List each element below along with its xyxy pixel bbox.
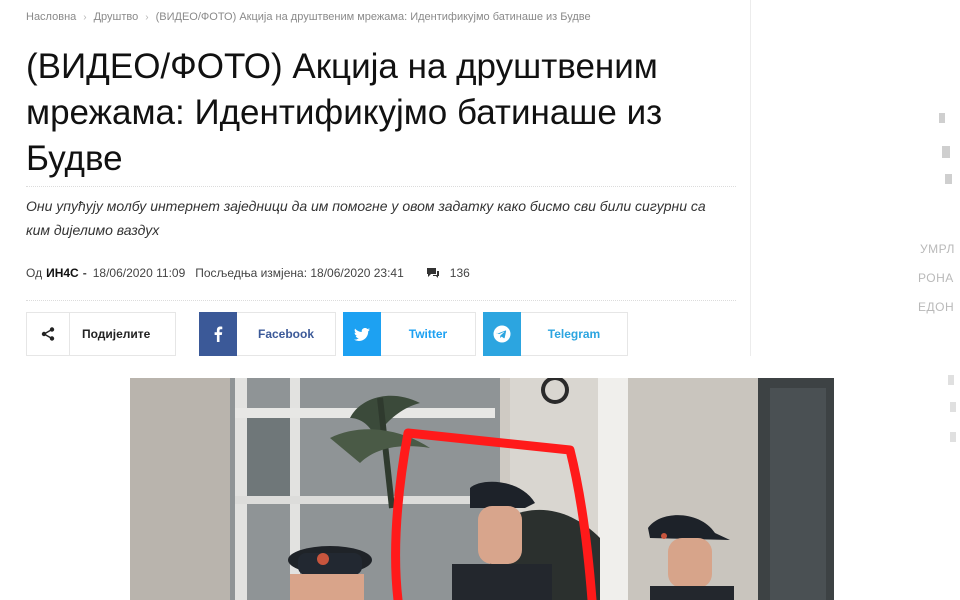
comments-count: 136 bbox=[449, 266, 470, 280]
author-dash: - bbox=[82, 266, 87, 280]
telegram-share-button[interactable]: Telegram bbox=[483, 312, 628, 356]
share-label: Подијелите bbox=[82, 327, 151, 341]
chevron-right-icon: › bbox=[83, 12, 87, 23]
facebook-label: Facebook bbox=[257, 327, 314, 341]
sidebar-fragment: РОНА bbox=[918, 271, 954, 285]
twitter-icon bbox=[343, 312, 381, 356]
breadcrumb-section-link[interactable]: Друштво bbox=[94, 11, 139, 23]
author-link[interactable]: ИН4С bbox=[46, 266, 79, 280]
facebook-icon bbox=[199, 312, 237, 356]
telegram-label: Telegram bbox=[547, 327, 601, 341]
article-area: Насловна › Друштво › (ВИДЕО/ФОТО) Акција на … bbox=[0, 0, 834, 600]
article-meta: Од ИН4С - 18/06/2020 11:09 Посљедња измј… bbox=[26, 266, 470, 280]
article-title: (ВИДЕО/ФОТО) Акција на друштвеним мрежам… bbox=[26, 47, 663, 178]
ghost-mark bbox=[939, 113, 945, 123]
divider bbox=[26, 300, 736, 301]
breadcrumb-home-link[interactable]: Насловна bbox=[26, 11, 76, 23]
updated-date: Посљедња измјена: 18/06/2020 23:41 bbox=[195, 266, 404, 280]
article-photo-image bbox=[130, 378, 834, 600]
sidebar-ghost-overlay: УМРЛ РОНА ЕДОН bbox=[752, 0, 960, 600]
breadcrumb-current: (ВИДЕО/ФОТО) Акција на друштвеним мрежам… bbox=[155, 11, 591, 23]
ghost-mark bbox=[950, 402, 956, 412]
author-prefix: Од bbox=[26, 266, 43, 280]
breadcrumb: Насловна › Друштво › (ВИДЕО/ФОТО) Акција на … bbox=[26, 11, 591, 23]
publish-date: 18/06/2020 11:09 bbox=[92, 266, 186, 280]
twitter-label: Twitter bbox=[408, 327, 448, 341]
chevron-right-icon: › bbox=[145, 12, 149, 23]
comments-icon bbox=[426, 268, 439, 278]
telegram-icon bbox=[483, 312, 521, 356]
divider bbox=[26, 186, 736, 187]
article-excerpt: Они упућују молбу интернет заједници да … bbox=[26, 198, 706, 238]
share-toggle-button[interactable]: Подијелите bbox=[26, 312, 176, 356]
sidebar-fragment: ЕДОН bbox=[918, 300, 955, 314]
article-photo bbox=[130, 378, 834, 600]
share-icon bbox=[27, 313, 70, 355]
ghost-mark bbox=[945, 174, 952, 184]
twitter-share-button[interactable]: Twitter bbox=[343, 312, 476, 356]
facebook-share-button[interactable]: Facebook bbox=[199, 312, 336, 356]
comments-link[interactable]: 136 bbox=[426, 266, 470, 280]
ghost-mark bbox=[950, 432, 956, 442]
ghost-mark bbox=[942, 146, 950, 158]
sidebar-fragment: УМРЛ bbox=[920, 242, 955, 256]
ghost-mark bbox=[948, 375, 954, 385]
